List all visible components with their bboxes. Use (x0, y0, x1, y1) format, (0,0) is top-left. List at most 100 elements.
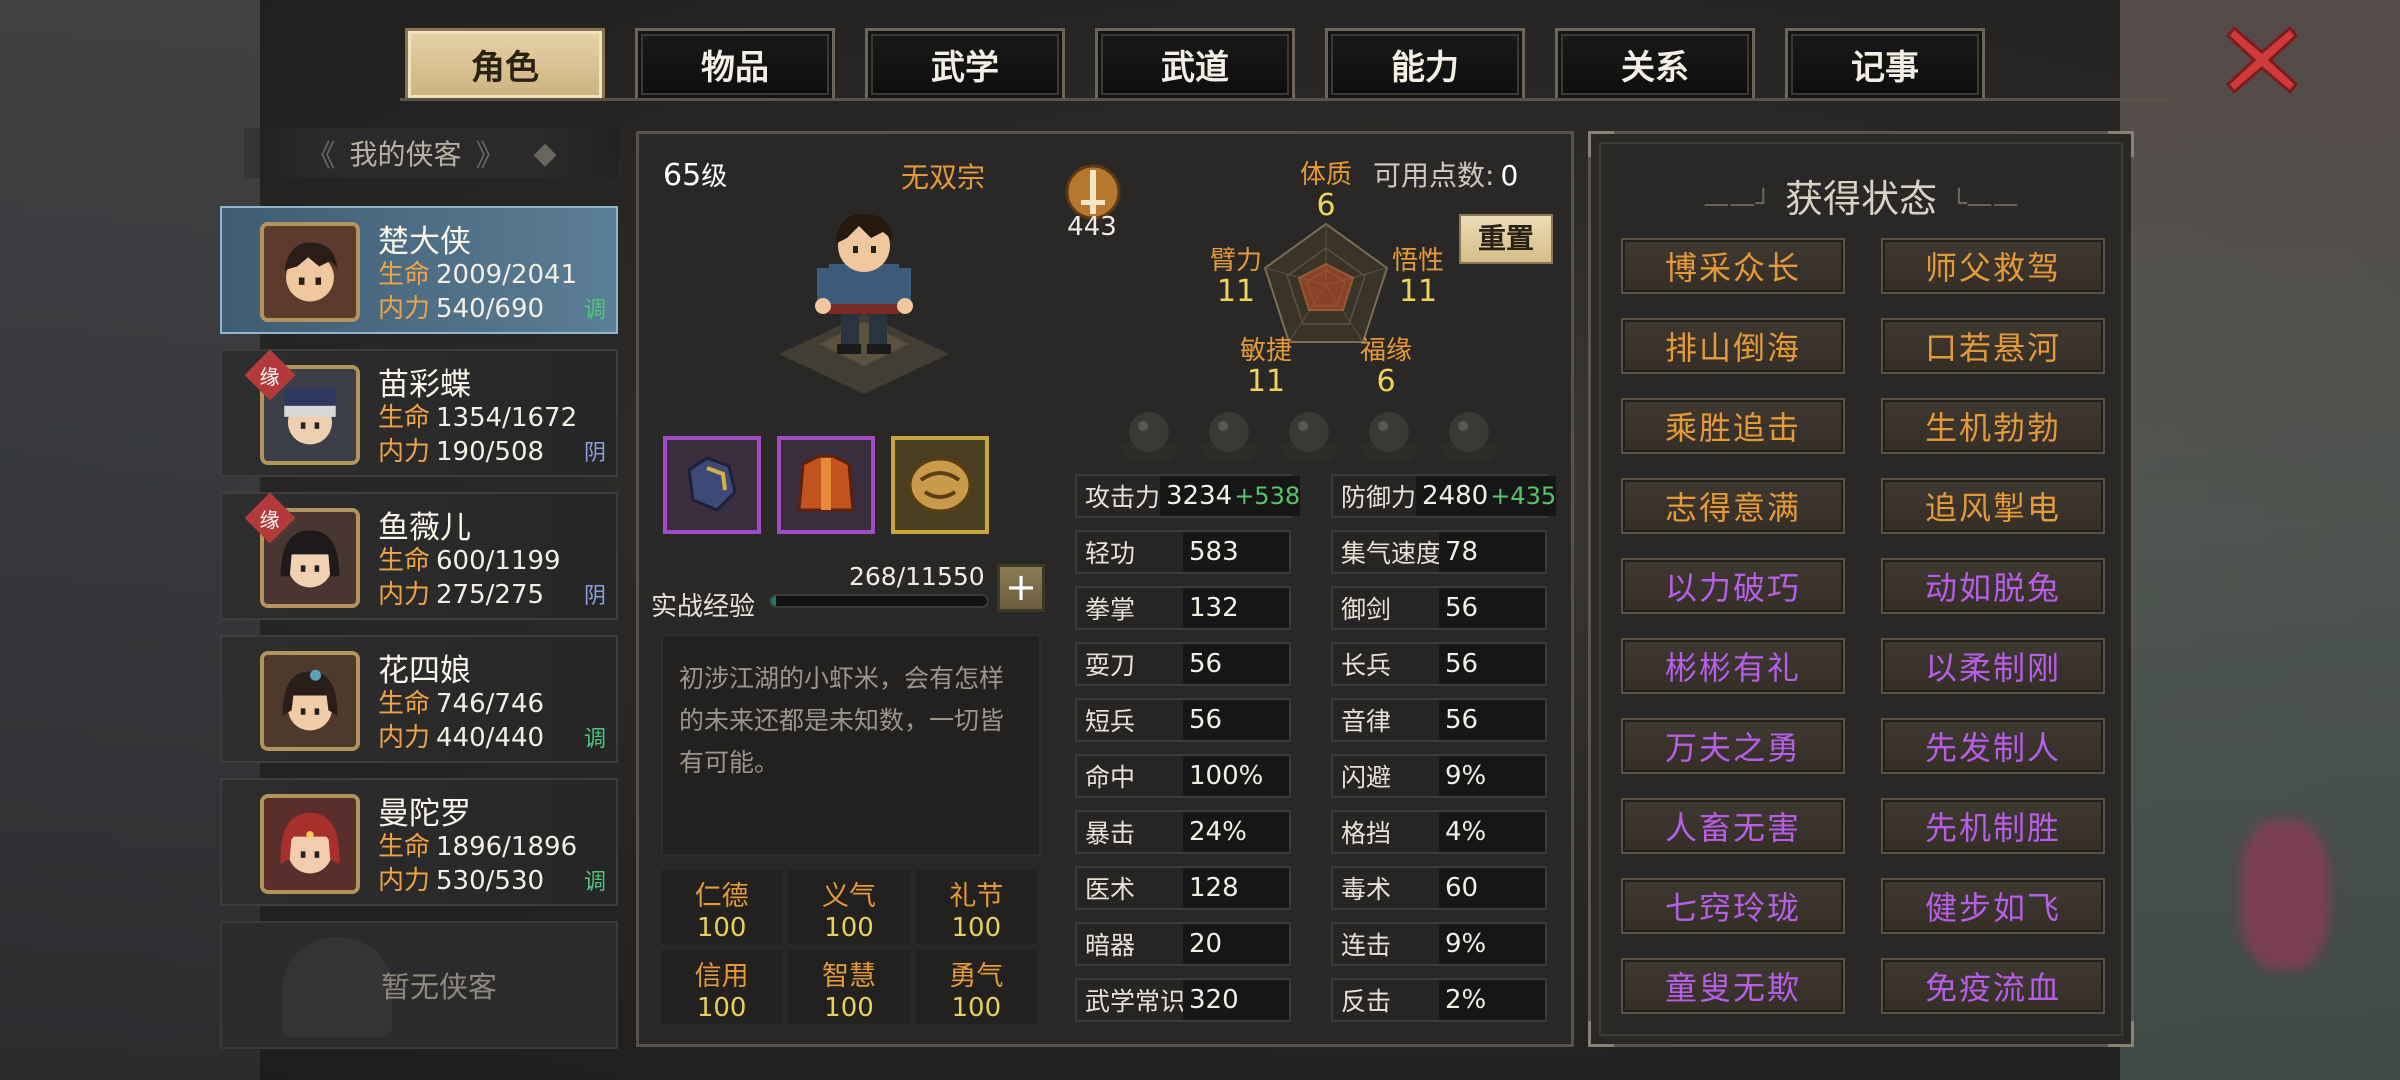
mp-value: 530/530 (436, 866, 545, 896)
tab-martial-way[interactable]: 武道 (1095, 28, 1295, 98)
virtue-value: 100 (951, 993, 1002, 1023)
mp-value: 190/508 (436, 437, 545, 467)
tab-journal[interactable]: 记事 (1785, 28, 1985, 98)
close-icon[interactable] (2224, 22, 2300, 98)
status-item[interactable]: 排山倒海 (1621, 318, 1845, 374)
orb-slot-icon[interactable] (1355, 404, 1423, 464)
attr-value: 11 (1216, 274, 1256, 309)
status-item[interactable]: 追风掣电 (1881, 478, 2105, 534)
stat-label: 拳掌 (1085, 595, 1136, 624)
orb-slot-icon[interactable] (1195, 404, 1263, 464)
status-item[interactable]: 万夫之勇 (1621, 718, 1845, 774)
character-sect: 无双宗 (901, 161, 986, 194)
status-item[interactable]: 口若悬河 (1881, 318, 2105, 374)
orb-slot-icon[interactable] (1435, 404, 1503, 464)
stat-value-box: 20 (1183, 924, 1289, 964)
stat-value-box: 4% (1439, 812, 1545, 852)
stat-row: 集气速度 78 (1331, 530, 1547, 574)
orb-slot-icon[interactable] (1275, 404, 1343, 464)
status-item[interactable]: 先机制胜 (1881, 798, 2105, 854)
orb-slot-icon[interactable] (1115, 404, 1183, 464)
hp-label: 生命 (378, 403, 431, 433)
stat-value-box: 132 (1183, 588, 1289, 628)
exp-label: 实战经验 (651, 592, 756, 622)
stat-value: 132 (1189, 593, 1239, 623)
hero-hp: 生命 746/746 (378, 683, 544, 720)
hero-mp: 内力 530/530 (378, 860, 544, 897)
amulet-icon[interactable] (891, 436, 989, 534)
hp-value: 746/746 (436, 689, 545, 719)
hp-value: 2009/2041 (436, 260, 578, 290)
hero-card[interactable]: 缘 苗彩蝶 生命 1354/1672 内力 190/508 阴 (220, 349, 618, 477)
armor-icon[interactable] (777, 436, 875, 534)
status-item[interactable]: 以力破巧 (1621, 558, 1845, 614)
status-item[interactable]: 健步如飞 (1881, 878, 2105, 934)
hero-card[interactable]: 曼陀罗 生命 1896/1896 内力 530/530 调 (220, 778, 618, 906)
stat-row: 音律 56 (1331, 698, 1547, 742)
empty-hero-slot[interactable]: 暂无侠客 (220, 921, 618, 1049)
hero-hp: 生命 1354/1672 (378, 397, 577, 434)
virtue-value: 100 (824, 993, 874, 1023)
tab-martial-arts[interactable]: 武学 (865, 28, 1065, 98)
available-points: 可用点数: 0 (1373, 154, 1518, 194)
hero-tag: 调 (583, 727, 606, 752)
stat-row: 格挡 4% (1331, 810, 1547, 854)
status-item[interactable]: 动如脱兔 (1881, 558, 2105, 614)
hero-card[interactable]: 楚大侠 生命 2009/2041 内力 540/690 调 (220, 206, 618, 334)
hero-mp: 内力 540/690 (378, 288, 544, 325)
status-item[interactable]: 七窍玲珑 (1621, 878, 1845, 934)
status-item[interactable]: 乘胜追击 (1621, 398, 1845, 454)
add-exp-button[interactable]: + (997, 564, 1045, 612)
status-item[interactable]: 以柔制刚 (1881, 638, 2105, 694)
stat-value: 128 (1189, 873, 1239, 903)
tab-items[interactable]: 物品 (635, 28, 835, 98)
tab-character[interactable]: 角色 (405, 28, 605, 98)
virtue-value: 100 (824, 913, 874, 943)
status-item[interactable]: 师父救驾 (1881, 238, 2105, 294)
status-item[interactable]: 先发制人 (1881, 718, 2105, 774)
character-sprite (779, 213, 949, 394)
stat-value: 56 (1189, 705, 1223, 735)
tab-relations[interactable]: 关系 (1555, 28, 1755, 98)
status-item[interactable]: 童叟无欺 (1621, 958, 1845, 1014)
attr-label: 悟性 (1391, 246, 1444, 276)
level-suffix: 级 (701, 162, 728, 192)
tab-abilities[interactable]: 能力 (1325, 28, 1525, 98)
hero-avatar (260, 794, 360, 894)
stat-value: 3234 (1166, 481, 1233, 511)
hero-hp: 生命 1896/1896 (378, 826, 577, 863)
status-item[interactable]: 博采众长 (1621, 238, 1845, 294)
stat-value-box: 320 (1183, 980, 1289, 1020)
exp-progress-fill (771, 596, 776, 606)
stat-value-box: 583 (1183, 532, 1289, 572)
status-item[interactable]: 彬彬有礼 (1621, 638, 1845, 694)
hp-value: 600/1199 (436, 546, 561, 576)
reset-button[interactable]: 重置 (1459, 214, 1553, 264)
glove-icon[interactable] (663, 436, 761, 534)
status-item[interactable]: 志得意满 (1621, 478, 1845, 534)
corner-ornament (2108, 1021, 2134, 1047)
attr-minjie: 敏捷 11 (1221, 330, 1311, 397)
stat-row: 攻击力 3234 +538 (1075, 474, 1301, 518)
virtue-cell: 仁德 100 (661, 870, 783, 944)
stat-row: 暗器 20 (1075, 922, 1291, 966)
stat-value-box: 56 (1439, 700, 1545, 740)
stat-label: 毒术 (1341, 875, 1392, 904)
exp-progress-bar (769, 594, 989, 608)
stat-value-box: 3234 +538 (1160, 476, 1301, 516)
roster-title: 我的侠客 (349, 138, 462, 171)
stat-row: 闪避 9% (1331, 754, 1547, 798)
stat-value: 4% (1445, 817, 1487, 847)
hero-card[interactable]: 缘 鱼薇儿 生命 600/1199 内力 275/275 阴 (220, 492, 618, 620)
stat-label: 武学常识 (1085, 987, 1186, 1016)
stat-label: 短兵 (1085, 707, 1136, 736)
stat-value-box: 2480 +435 (1416, 476, 1557, 516)
status-item[interactable]: 人畜无害 (1621, 798, 1845, 854)
hp-value: 1896/1896 (436, 832, 578, 862)
hero-card[interactable]: 花四娘 生命 746/746 内力 440/440 调 (220, 635, 618, 763)
status-item[interactable]: 生机勃勃 (1881, 398, 2105, 454)
stat-label: 音律 (1341, 707, 1392, 736)
status-item[interactable]: 免疫流血 (1881, 958, 2105, 1014)
stat-value-box: 56 (1439, 644, 1545, 684)
stat-value: 56 (1445, 649, 1479, 679)
